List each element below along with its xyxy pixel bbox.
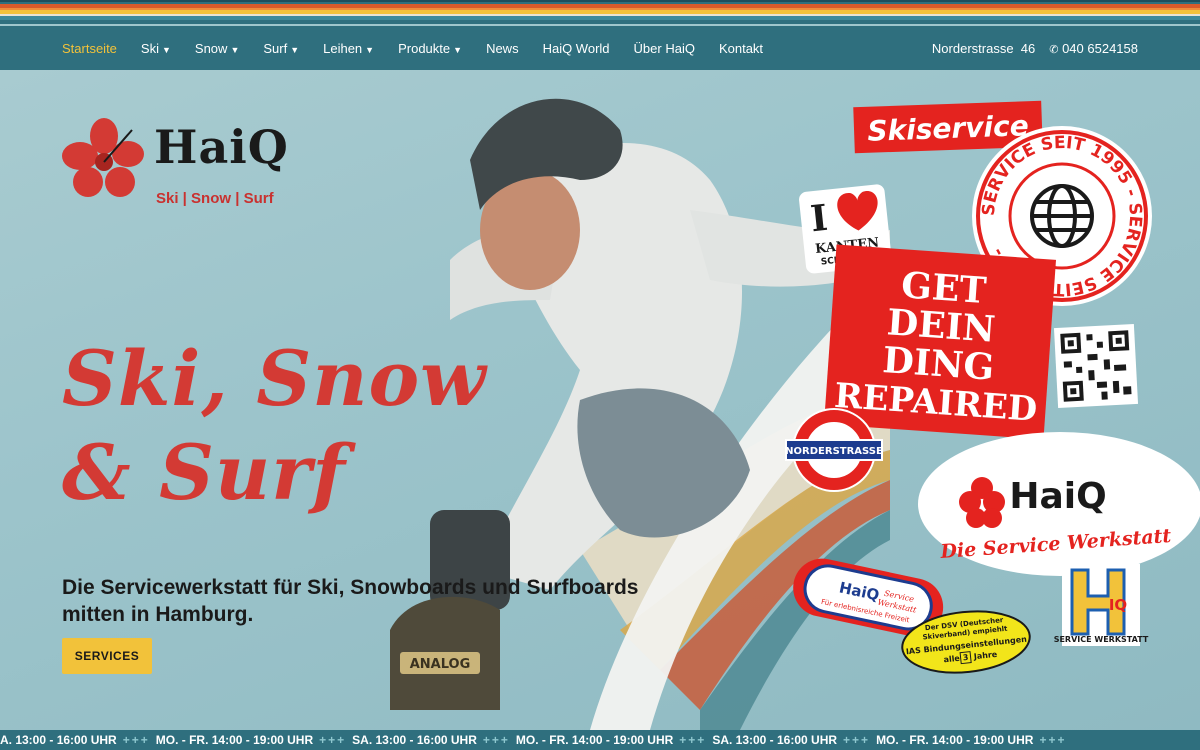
caret-down-icon: ▼ <box>453 44 463 55</box>
nav-item-label: Leihen <box>323 40 363 56</box>
nav-item-label: Surf <box>263 40 288 56</box>
ticker-separator: +++ <box>122 733 150 747</box>
nav-item-ueber-haiq[interactable]: Über HaiQ <box>634 41 695 56</box>
nav-item-label: Produkte <box>398 40 451 56</box>
address-link[interactable]: Norderstrasse 46 <box>932 41 1035 56</box>
ticker-segment: MO. - FR. 14:00 - 19:00 UHR <box>155 733 314 747</box>
skiservice-text: Skiservice <box>867 109 1029 148</box>
nav-item-leihen[interactable]: Leihen ▼ <box>323 41 374 56</box>
caret-down-icon: ▼ <box>230 44 240 55</box>
nav-item-kontakt[interactable]: Kontakt <box>719 41 763 56</box>
haiq-werkstatt-name: HaiQ <box>1009 476 1106 517</box>
nav-menu: Startseite Ski ▼ Snow ▼ Surf ▼ Leihen ▼ Prod… <box>62 26 787 70</box>
ticker-segment: SA. 13:00 - 16:00 UHR <box>352 733 477 747</box>
nav-item-label: Über HaiQ <box>633 40 695 56</box>
hero-section: ANALOG HaiQ Ski | Snow | Surf Ski, Snow … <box>0 70 1200 730</box>
sticker-collage: Skiservice SERVICE SEIT 1995 - SERVICE S… <box>785 100 1200 674</box>
h-logo-text: IQ <box>1109 596 1127 614</box>
nav-item-news[interactable]: News <box>486 41 519 56</box>
nav-item-label: Startseite <box>62 40 117 56</box>
nav-item-label: News <box>486 40 519 56</box>
ticker-separator: +++ <box>1039 733 1067 747</box>
opening-hours-ticker: A. 13:00 - 16:00 UHR +++ MO. - FR. 14:00… <box>0 730 1200 750</box>
ticker-separator: +++ <box>843 733 871 747</box>
ticker-segment: MO. - FR. 14:00 - 19:00 UHR <box>876 733 1034 747</box>
nav-item-label: Snow <box>194 40 228 56</box>
dsv-line-4-num: 3 <box>962 653 968 663</box>
haiq-service-werkstatt-sticker: HaiQ Die Service Werkstatt <box>918 432 1200 576</box>
nav-item-label: HaiQ World <box>542 40 610 56</box>
nav-item-label: Ski <box>140 40 159 56</box>
phone-number: 040 6524158 <box>1062 40 1138 56</box>
ticker-separator: +++ <box>679 733 707 747</box>
nav-item-startseite[interactable]: Startseite <box>62 41 117 56</box>
nav-item-surf[interactable]: Surf ▼ <box>263 41 299 56</box>
ticker-segment: SA. 13:00 - 16:00 UHR <box>712 733 838 747</box>
nav-item-snow[interactable]: Snow ▼ <box>195 41 239 56</box>
nav-item-label: Kontakt <box>718 40 764 56</box>
ticker-separator: +++ <box>482 733 510 747</box>
caret-down-icon: ▼ <box>290 44 300 55</box>
phone-link[interactable]: ✆ 040 6524158 <box>1049 41 1138 56</box>
get-dein-ding-repaired-sticker: GET DEIN DING REPAIRED <box>823 244 1057 440</box>
caret-down-icon: ▼ <box>161 44 171 55</box>
nav-item-produkte[interactable]: Produkte ▼ <box>398 41 462 56</box>
phone-icon: ✆ <box>1049 43 1059 56</box>
main-navigation: Startseite Ski ▼ Snow ▼ Surf ▼ Leihen ▼ Prod… <box>0 26 1200 70</box>
h-logo-sub: SERVICE WERKSTATT <box>1054 635 1149 644</box>
retro-stripes <box>0 0 1200 26</box>
nav-item-haiq-world[interactable]: HaiQ World <box>543 41 610 56</box>
ticker-separator: +++ <box>319 733 347 747</box>
ticker-segment: A. 13:00 - 16:00 UHR <box>0 733 117 747</box>
caret-down-icon: ▼ <box>365 44 375 55</box>
qr-code-icon[interactable] <box>1053 323 1139 409</box>
ticker-segment: MO. - FR. 14:00 - 19:00 UHR <box>515 733 674 747</box>
h-service-werkstatt-sticker: IQ SERVICE WERKSTATT <box>1054 564 1149 646</box>
norderstrasse-text: NORDERSTRASSE <box>785 446 883 457</box>
nav-item-ski[interactable]: Ski ▼ <box>141 41 171 56</box>
dsv-line-4-pre: alle <box>943 654 961 665</box>
